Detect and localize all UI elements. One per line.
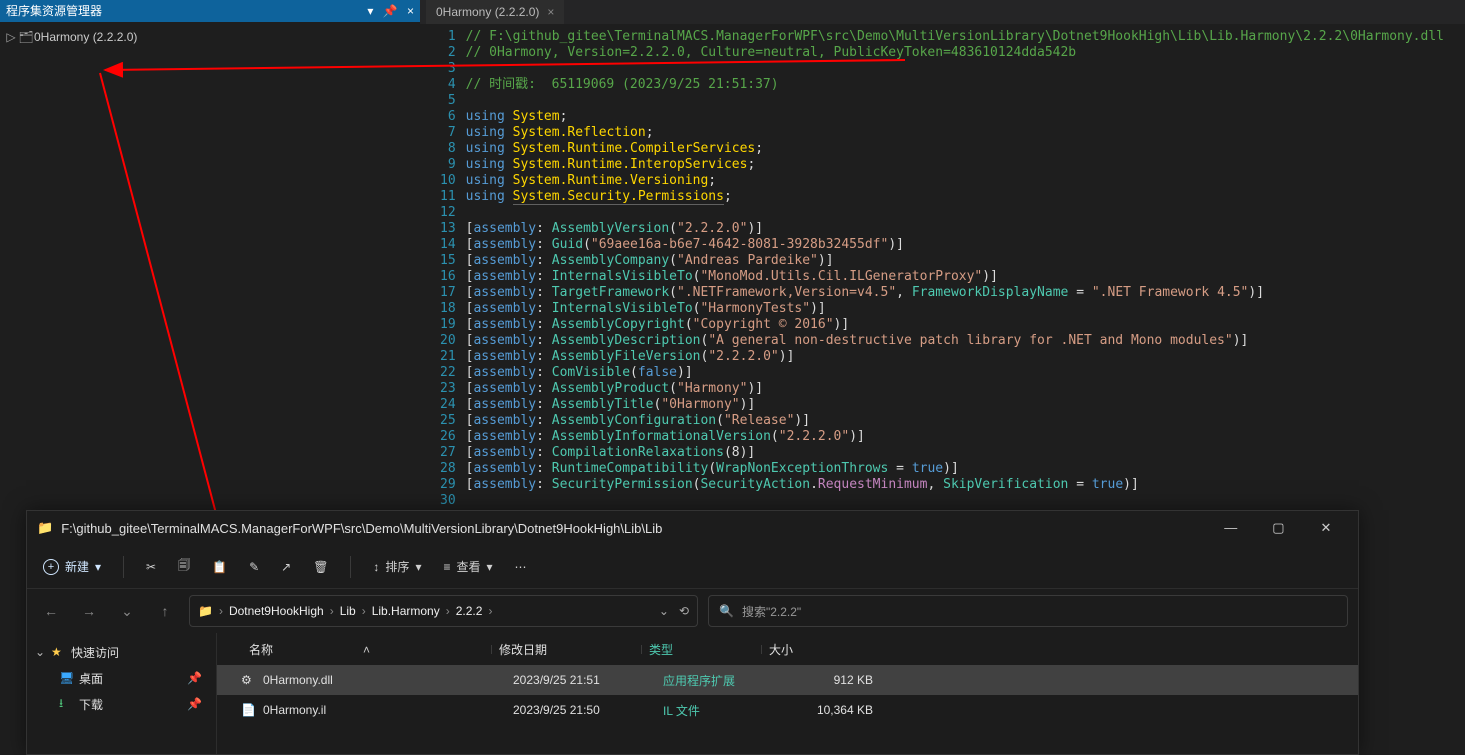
- crumb-segment[interactable]: Dotnet9HookHigh: [229, 604, 324, 618]
- fx-share-button[interactable]: ↗: [281, 560, 291, 574]
- file-size: 10,364 KB: [783, 703, 883, 717]
- fx-search-box[interactable]: 🔍 搜索"2.2.2": [708, 595, 1348, 627]
- tree-item-label: 0Harmony (2.2.2.0): [34, 30, 137, 44]
- close-icon[interactable]: ×: [407, 4, 414, 18]
- line-gutter: 1234567891011121314151617181920212223242…: [420, 29, 466, 494]
- crumb-segment[interactable]: Lib.Harmony: [372, 604, 440, 618]
- crumb-segment[interactable]: Lib: [340, 604, 356, 618]
- file-name: 0Harmony.il: [263, 703, 513, 717]
- fx-back-button[interactable]: ←: [37, 603, 65, 619]
- fx-column-headers: 名称˄ 修改日期 类型 大小: [217, 633, 1358, 665]
- file-date: 2023/9/25 21:51: [513, 673, 663, 687]
- fx-refresh-button[interactable]: ⟲: [679, 604, 689, 618]
- tree-item-harmony[interactable]: ▷ 🗂 0Harmony (2.2.2.0): [0, 26, 420, 48]
- fx-sidebar: ⌄ ★ 快速访问 🖥 桌面 📌 ⭳ 下载 📌: [27, 633, 217, 754]
- file-icon: ⚙: [241, 673, 263, 687]
- fx-rename-button[interactable]: ✎: [249, 560, 259, 574]
- editor-tab-harmony[interactable]: 0Harmony (2.2.2.0) ×: [426, 0, 564, 24]
- fx-title-path: F:\github_gitee\TerminalMACS.ManagerForW…: [61, 521, 662, 536]
- chevron-down-icon[interactable]: ⌄: [35, 645, 45, 659]
- chevron-right-icon: ›: [446, 604, 450, 618]
- desktop-icon: 🖥: [59, 671, 79, 685]
- fx-delete-button[interactable]: 🗑: [313, 560, 328, 574]
- file-name: 0Harmony.dll: [263, 673, 513, 687]
- fx-toolbar: + 新建 ▾ ✂ 🗐 📋 ✎ ↗ 🗑 ↕ 排序 ▾ ≡ 查看 ▾ ⋯: [27, 545, 1358, 589]
- file-size: 912 KB: [783, 673, 883, 687]
- assembly-icon: 🗂: [18, 30, 34, 44]
- fx-search-placeholder: 搜索"2.2.2": [742, 603, 801, 620]
- code-body: // F:\github_gitee\TerminalMACS.ManagerF…: [466, 29, 1444, 494]
- file-row[interactable]: ⚙ 0Harmony.dll 2023/9/25 21:51 应用程序扩展 91…: [217, 665, 1358, 695]
- side-quick-access[interactable]: ⌄ ★ 快速访问: [27, 639, 216, 665]
- fx-forward-button[interactable]: →: [75, 603, 103, 619]
- assembly-tree: ▷ 🗂 0Harmony (2.2.2.0): [0, 22, 420, 52]
- fx-paste-button[interactable]: 📋: [212, 560, 227, 574]
- pin-icon[interactable]: 📌: [187, 671, 202, 685]
- chevron-right-icon: ›: [330, 604, 334, 618]
- tab-close-icon[interactable]: ×: [547, 0, 554, 24]
- folder-icon: 📁: [198, 604, 213, 618]
- assembly-explorer-header: 程序集资源管理器 ▾ 📌 ×: [0, 0, 420, 22]
- chevron-down-icon: ▾: [95, 560, 101, 574]
- file-date: 2023/9/25 21:50: [513, 703, 663, 717]
- file-row[interactable]: 📄 0Harmony.il 2023/9/25 21:50 IL 文件 10,3…: [217, 695, 1358, 725]
- fx-breadcrumb[interactable]: 📁 › Dotnet9HookHigh › Lib › Lib.Harmony …: [189, 595, 698, 627]
- chevron-right-icon: ›: [488, 604, 492, 618]
- col-date[interactable]: 修改日期: [491, 641, 641, 658]
- fx-body: ⌄ ★ 快速访问 🖥 桌面 📌 ⭳ 下载 📌 名称˄ 修改日期 类型 大小: [27, 633, 1358, 754]
- editor-tabbar: 0Harmony (2.2.2.0) ×: [420, 0, 1465, 24]
- dropdown-icon[interactable]: ▾: [367, 4, 373, 18]
- pin-icon[interactable]: 📌: [187, 697, 202, 711]
- chevron-right-icon: ›: [362, 604, 366, 618]
- fx-new-button[interactable]: + 新建 ▾: [43, 558, 101, 575]
- file-type: 应用程序扩展: [663, 672, 783, 689]
- plus-icon: +: [43, 559, 59, 575]
- file-type: IL 文件: [663, 702, 783, 719]
- fx-file-list: 名称˄ 修改日期 类型 大小 ⚙ 0Harmony.dll 2023/9/25 …: [217, 633, 1358, 754]
- chevron-right-icon: ›: [219, 604, 223, 618]
- file-explorer-window: 📁 F:\github_gitee\TerminalMACS.ManagerFo…: [26, 510, 1359, 755]
- tree-expand-icon[interactable]: ▷: [4, 30, 18, 44]
- tab-title: 0Harmony (2.2.2.0): [436, 0, 539, 24]
- window-minimize-button[interactable]: —: [1209, 513, 1253, 543]
- assembly-explorer-title: 程序集资源管理器: [6, 0, 102, 22]
- window-maximize-button[interactable]: ▢: [1256, 513, 1300, 543]
- fx-recent-button[interactable]: ⌄: [113, 603, 141, 620]
- fx-address-bar: ← → ⌄ ↑ 📁 › Dotnet9HookHigh › Lib › Lib.…: [27, 589, 1358, 633]
- fx-titlebar[interactable]: 📁 F:\github_gitee\TerminalMACS.ManagerFo…: [27, 511, 1358, 545]
- col-size[interactable]: 大小: [761, 641, 861, 658]
- file-icon: 📄: [241, 703, 263, 717]
- fx-cut-button[interactable]: ✂: [146, 560, 156, 574]
- col-name[interactable]: 名称˄: [241, 641, 491, 658]
- download-icon: ⭳: [59, 694, 79, 715]
- pin-icon[interactable]: 📌: [383, 4, 398, 18]
- sort-asc-icon: ˄: [363, 643, 370, 657]
- assembly-explorer-pane: 程序集资源管理器 ▾ 📌 × ▷ 🗂 0Harmony (2.2.2.0): [0, 0, 420, 500]
- fx-view-button[interactable]: ≡ 查看 ▾: [443, 558, 492, 575]
- fx-address-dropdown-icon[interactable]: ⌄: [659, 604, 669, 618]
- side-desktop[interactable]: 🖥 桌面 📌: [27, 665, 216, 691]
- side-downloads[interactable]: ⭳ 下载 📌: [27, 691, 216, 717]
- fx-copy-button[interactable]: 🗐: [178, 556, 190, 577]
- folder-icon: 📁: [37, 520, 53, 536]
- code-area[interactable]: 1234567891011121314151617181920212223242…: [420, 24, 1465, 494]
- fx-more-button[interactable]: ⋯: [515, 560, 527, 574]
- fx-up-button[interactable]: ↑: [151, 603, 179, 619]
- window-close-button[interactable]: ✕: [1304, 513, 1348, 543]
- col-type[interactable]: 类型: [641, 641, 761, 658]
- crumb-segment[interactable]: 2.2.2: [456, 604, 483, 618]
- fx-sort-button[interactable]: ↕ 排序 ▾: [373, 558, 421, 575]
- star-icon: ★: [51, 645, 71, 659]
- search-icon: 🔍: [719, 604, 734, 618]
